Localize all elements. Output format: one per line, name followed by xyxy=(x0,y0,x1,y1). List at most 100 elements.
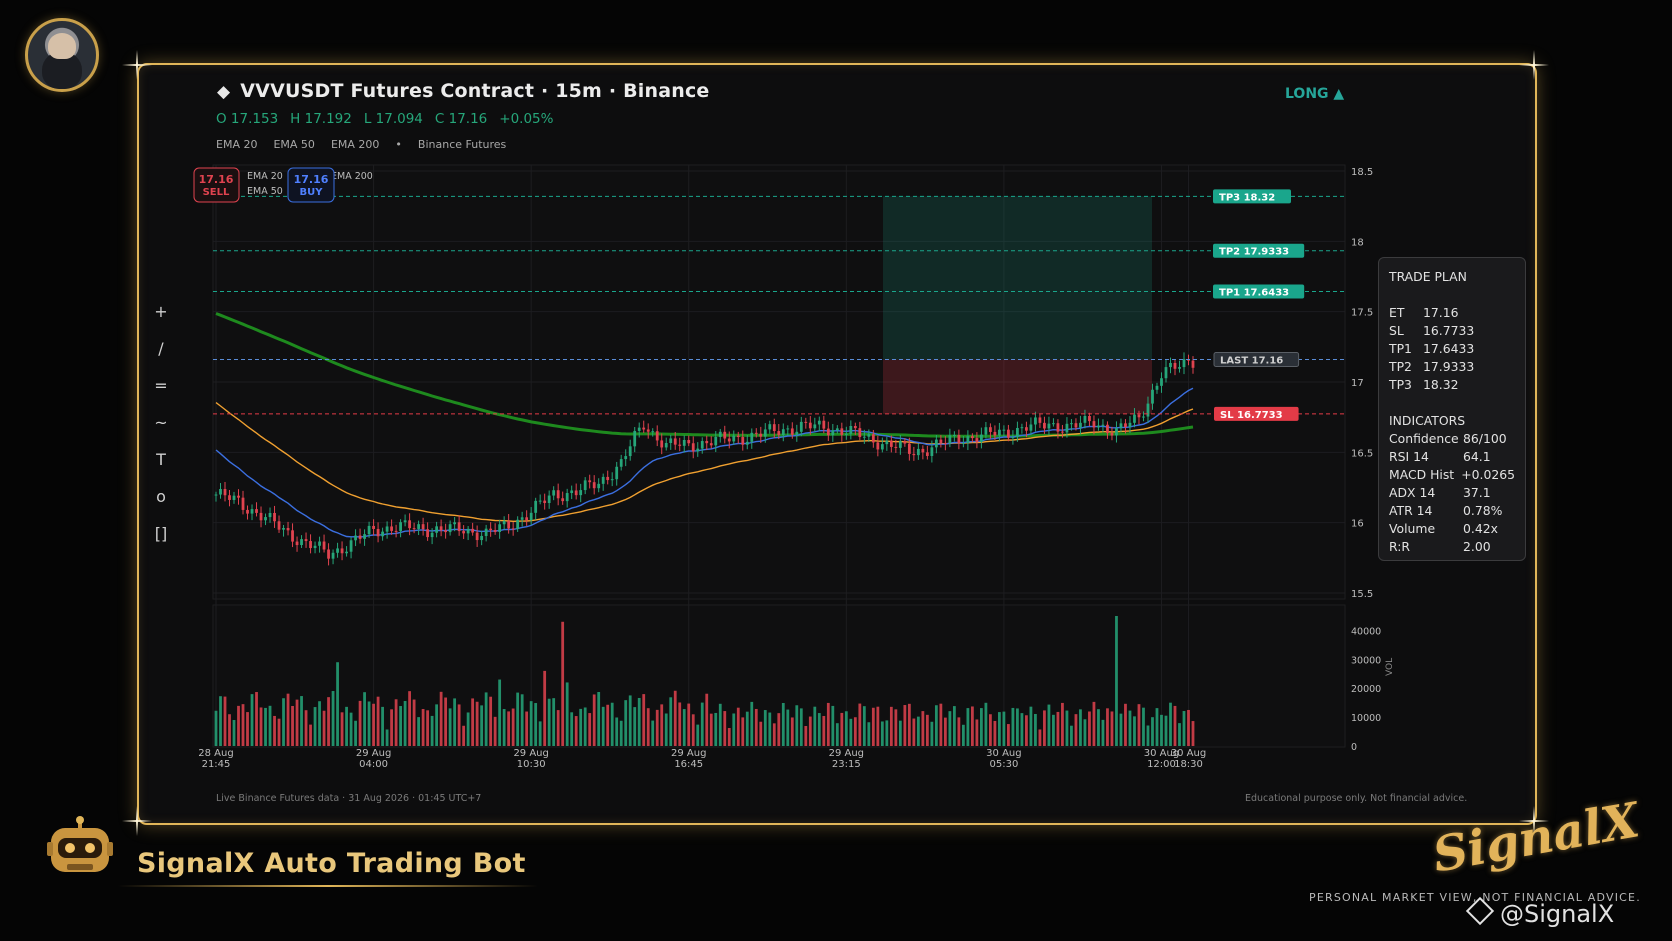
candle xyxy=(781,429,785,436)
candle xyxy=(1119,423,1123,429)
candle xyxy=(826,428,830,436)
plan-row: ET 17.16 xyxy=(1389,304,1515,322)
candle xyxy=(691,443,695,452)
volume-bar xyxy=(408,691,411,746)
candle xyxy=(682,439,686,446)
volume-bar xyxy=(984,702,988,746)
candle xyxy=(1016,427,1019,438)
y-tick-label: 17.5 xyxy=(1351,308,1373,319)
volume-bar xyxy=(358,700,362,746)
volume-bar xyxy=(480,705,484,746)
volume-bar xyxy=(574,716,578,746)
volume-bar xyxy=(1124,703,1127,746)
candle xyxy=(340,548,344,554)
volume-bar xyxy=(529,701,533,746)
candle xyxy=(448,524,452,533)
candle xyxy=(264,517,267,521)
candle xyxy=(1110,433,1114,436)
volume-bar xyxy=(556,710,560,746)
volume-bar xyxy=(772,723,776,746)
buy-badge-price: 17.16 xyxy=(294,173,329,186)
candle xyxy=(939,439,943,443)
candle xyxy=(561,498,565,502)
volume-bar xyxy=(678,702,682,746)
candle xyxy=(998,429,1001,436)
candle xyxy=(700,441,704,449)
plan-key: TP3 xyxy=(1389,377,1412,392)
candle xyxy=(633,430,637,447)
volume-bar xyxy=(669,697,673,746)
candle xyxy=(408,520,411,529)
x-tick-label: 28 Aug xyxy=(198,748,233,759)
candle xyxy=(268,512,272,518)
volume-bar xyxy=(1007,724,1010,746)
volume-bar xyxy=(228,714,231,746)
volume-bar xyxy=(457,704,461,746)
candle xyxy=(916,448,920,456)
volume-bar xyxy=(1137,704,1141,746)
tp2-level-label: TP2 17.9333 xyxy=(1219,247,1289,258)
volume-bar xyxy=(768,712,772,746)
candle xyxy=(754,432,758,434)
candle xyxy=(507,520,511,529)
candle xyxy=(1106,424,1109,434)
candle xyxy=(984,427,988,435)
volume-bar xyxy=(835,723,839,746)
candle xyxy=(372,525,375,529)
volume-bar xyxy=(313,707,317,746)
y-tick-label: 18.5 xyxy=(1351,167,1373,178)
candle xyxy=(376,528,380,537)
candle xyxy=(516,519,520,529)
data-source-note: Live Binance Futures data · 31 Aug 2026 … xyxy=(216,793,482,804)
volume-bar xyxy=(642,694,646,746)
volume-bar xyxy=(232,720,236,746)
volume-bar xyxy=(295,699,299,746)
candle xyxy=(1178,367,1181,369)
volume-bar xyxy=(336,662,339,746)
volume-bar xyxy=(727,728,731,746)
volume-bar xyxy=(849,718,853,746)
candle xyxy=(786,428,790,430)
candle xyxy=(453,522,457,525)
candle xyxy=(610,479,614,481)
candle xyxy=(295,541,299,546)
volume-bar xyxy=(1074,714,1078,746)
volume-bar xyxy=(1155,708,1159,746)
volume-bar xyxy=(1160,714,1163,746)
volume-bar xyxy=(1070,725,1073,746)
brand-underline xyxy=(118,885,538,887)
volume-tick-label: 40000 xyxy=(1351,626,1381,637)
indicator-row: Confidence 86/100 xyxy=(1389,430,1515,448)
plan-key: TP2 xyxy=(1389,359,1412,374)
candle xyxy=(1079,422,1082,428)
candle xyxy=(421,524,425,530)
indicator-value: 2.00 xyxy=(1463,539,1491,554)
volume-bar xyxy=(543,670,547,746)
candle xyxy=(678,444,682,446)
volume-bar xyxy=(628,695,632,746)
x-tick-label: 21:45 xyxy=(202,759,231,770)
plan-row: TP1 17.6433 xyxy=(1389,340,1515,358)
volume-bar xyxy=(246,712,249,746)
volume-bar xyxy=(1128,710,1132,746)
candle xyxy=(403,520,407,523)
volume-bar xyxy=(327,697,330,746)
candle xyxy=(475,532,479,541)
indicator-key: ATR 14 xyxy=(1389,503,1433,518)
volume-bar xyxy=(277,718,281,746)
volume-bar xyxy=(570,712,574,746)
volume-bar xyxy=(561,621,565,746)
plan-value: 18.32 xyxy=(1423,377,1459,392)
volume-bar xyxy=(1025,715,1028,746)
candle xyxy=(934,439,938,448)
candle xyxy=(1002,429,1006,431)
volume-bar xyxy=(966,708,970,746)
social-handle: @SignalX xyxy=(1465,896,1614,928)
candle xyxy=(1124,423,1127,427)
indicator-row: R:R 2.00 xyxy=(1389,538,1515,556)
indicator-value: 64.1 xyxy=(1463,449,1491,464)
volume-bar xyxy=(1052,714,1055,746)
plan-value: 16.7733 xyxy=(1423,323,1475,338)
candle xyxy=(615,466,619,480)
volume-bar xyxy=(259,707,263,746)
